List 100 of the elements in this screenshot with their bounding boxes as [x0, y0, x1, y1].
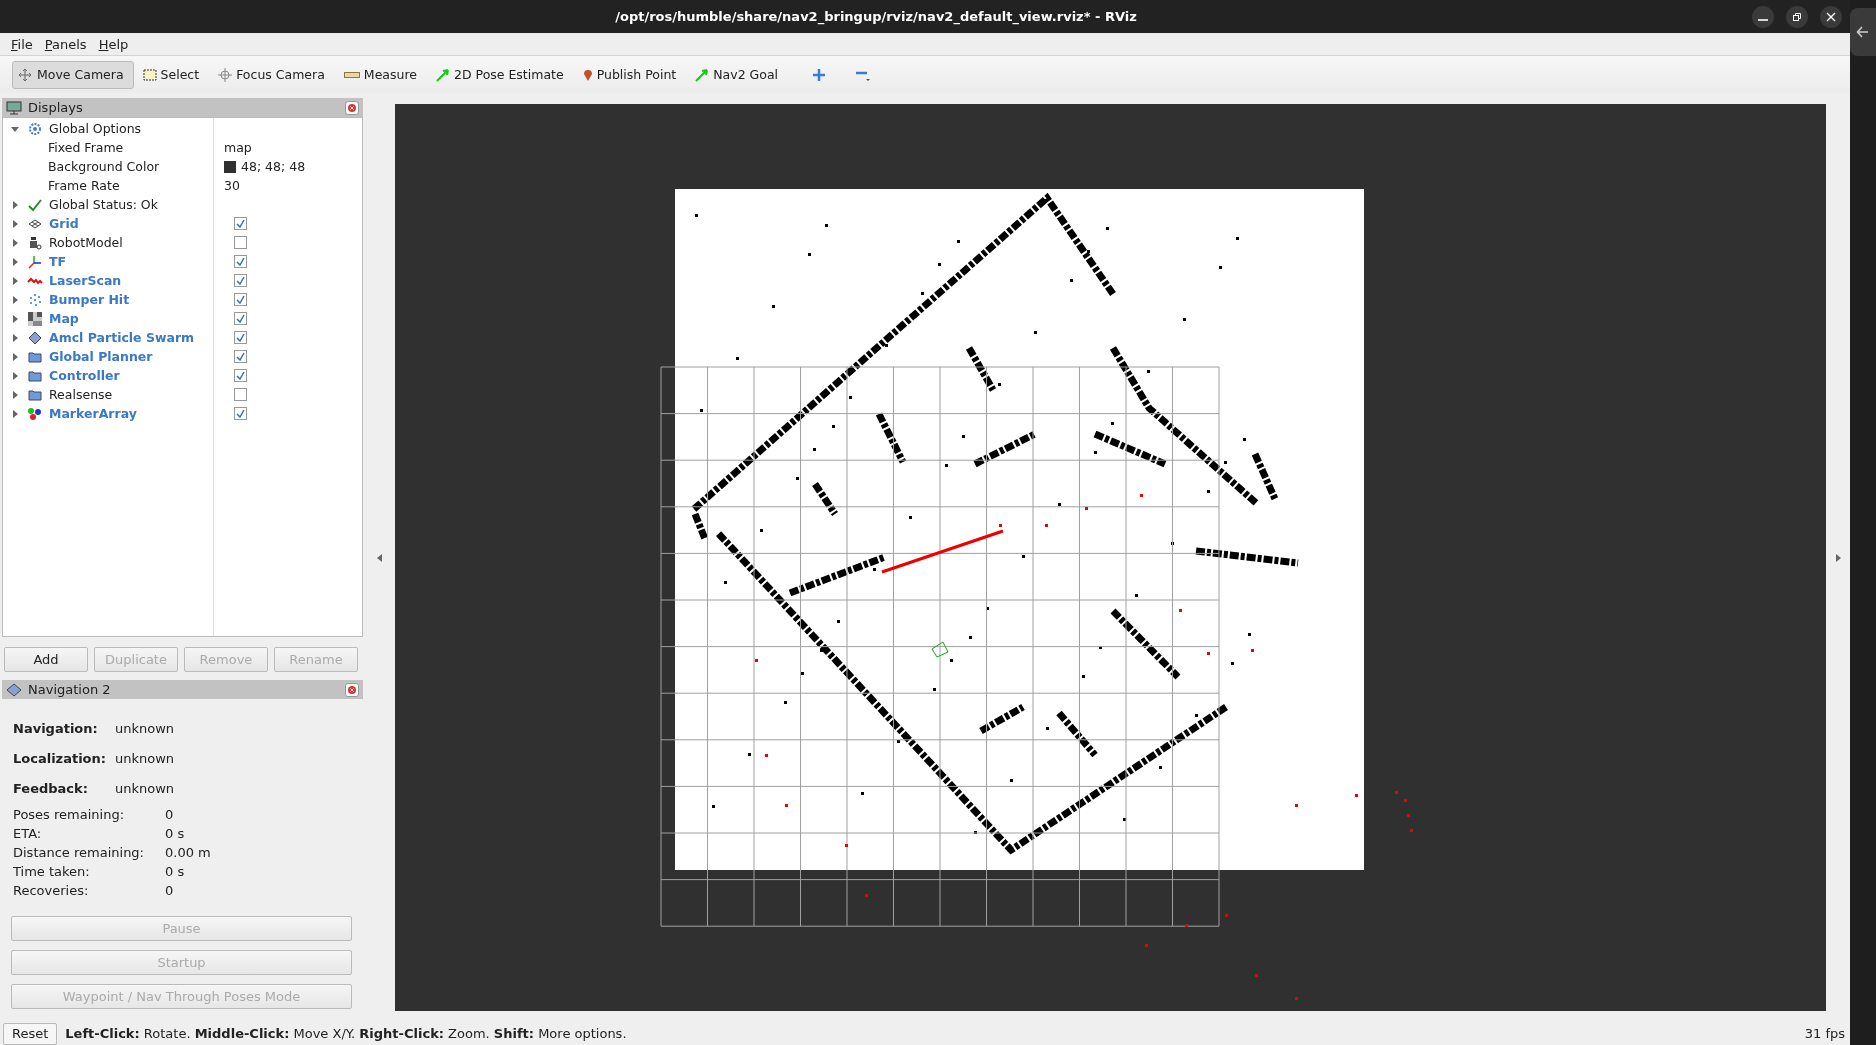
expand-arrow-icon[interactable]	[11, 219, 19, 228]
checkbox[interactable]	[234, 350, 247, 363]
menu-item[interactable]: Panels	[39, 36, 92, 52]
display-name[interactable]: Realsense	[49, 387, 225, 402]
minimize-button[interactable]	[1752, 5, 1774, 28]
checkbox[interactable]	[234, 236, 247, 249]
diamond-icon	[28, 330, 42, 345]
arrow-icon	[436, 67, 450, 82]
expand-arrow-icon[interactable]	[11, 295, 19, 304]
robot-icon	[28, 235, 42, 250]
display-name[interactable]: Grid	[49, 216, 225, 231]
menu-item[interactable]: File	[6, 36, 38, 52]
display-name[interactable]: Controller	[49, 368, 225, 383]
stat-label: ETA:	[13, 826, 43, 841]
tool-button[interactable]: 2D Pose Estimate	[431, 60, 574, 89]
stat-value: 0 s	[165, 826, 185, 841]
tool-button[interactable]: Publish Point	[577, 60, 687, 89]
display-name[interactable]: TF	[49, 254, 225, 269]
folder-icon	[28, 369, 42, 382]
status-label: Navigation:	[13, 720, 99, 736]
menu-item[interactable]: Help	[93, 36, 134, 52]
crosshair-icon	[218, 67, 233, 82]
expand-arrow-icon[interactable]	[11, 390, 19, 399]
checkbox[interactable]	[234, 217, 247, 230]
status-label: Feedback:	[13, 780, 89, 796]
property-name: Frame Rate	[47, 178, 121, 193]
ruler-icon	[343, 70, 360, 79]
panel-title: Displays	[28, 100, 84, 115]
close-panel-button[interactable]	[345, 100, 359, 115]
stat-label: Poses remaining:	[13, 807, 126, 822]
display-name[interactable]: Map	[49, 311, 225, 326]
expand-handle-icon[interactable]	[1835, 553, 1841, 562]
checkbox[interactable]	[234, 255, 247, 268]
reset-button[interactable]: Reset	[3, 1022, 58, 1045]
display-name[interactable]: MarkerArray	[49, 406, 225, 421]
restore-button[interactable]	[1786, 5, 1808, 28]
expand-arrow-icon[interactable]	[11, 276, 19, 285]
checkbox[interactable]	[234, 369, 247, 382]
close-button[interactable]	[1820, 5, 1842, 28]
checkbox[interactable]	[234, 407, 247, 420]
status-value: unknown	[115, 780, 175, 796]
close-panel-button[interactable]	[345, 682, 359, 697]
side-panel-button[interactable]	[1850, 8, 1876, 56]
checkbox[interactable]	[234, 274, 247, 287]
3d-view[interactable]	[395, 104, 1826, 1011]
map-pin-icon	[582, 67, 593, 82]
diamond-icon	[6, 682, 22, 697]
map-grid-icon	[28, 311, 42, 326]
display-name[interactable]: Global Planner	[49, 349, 225, 364]
property-value[interactable]: map	[224, 140, 252, 155]
axes-icon	[28, 254, 42, 269]
colored-cubes-icon	[27, 406, 43, 421]
expand-arrow-icon[interactable]	[11, 200, 19, 209]
expand-arrow-icon[interactable]	[11, 333, 19, 342]
minimize-icon	[1758, 18, 1768, 21]
display-name[interactable]: Bumper Hit	[49, 292, 225, 307]
check-mark-icon	[28, 197, 42, 212]
color-swatch[interactable]	[224, 160, 236, 173]
display-name[interactable]: Global Options	[49, 121, 225, 136]
expand-arrow-icon[interactable]	[11, 409, 19, 418]
plus-icon	[813, 68, 826, 81]
collapse-arrow-icon[interactable]	[11, 124, 19, 133]
move-arrows-icon	[17, 67, 33, 82]
tool-button[interactable]: Focus Camera	[213, 60, 335, 89]
status-label: Localization:	[13, 750, 107, 766]
grid-icon	[28, 218, 42, 229]
display-name[interactable]: Global Status: Ok	[49, 197, 225, 212]
gear-icon	[28, 121, 42, 136]
close-icon	[348, 685, 356, 694]
checkbox[interactable]	[234, 331, 247, 344]
folder-icon	[28, 350, 42, 363]
stat-label: Time taken:	[13, 864, 91, 879]
property-value[interactable]: 30	[224, 178, 240, 193]
tool-button[interactable]: Select	[137, 60, 210, 89]
expand-arrow-icon[interactable]	[11, 257, 19, 266]
stat-value: 0 s	[165, 864, 185, 879]
collapse-handle-icon[interactable]	[376, 553, 382, 562]
stat-value: 0	[165, 807, 174, 822]
expand-arrow-icon[interactable]	[11, 371, 19, 380]
display-name[interactable]: RobotModel	[49, 235, 225, 250]
checkbox[interactable]	[234, 388, 247, 401]
tool-button[interactable]: Measure	[338, 60, 427, 89]
expand-arrow-icon[interactable]	[11, 238, 19, 247]
mouse-hint: Left-Click: Rotate. Middle-Click: Move X/Y. Right-Click: Zoom. Shift: More options.	[65, 1026, 627, 1041]
fps-label: 31 fps	[1804, 1026, 1846, 1041]
panel-button[interactable]: Add	[4, 647, 88, 672]
property-value[interactable]: 48; 48; 48	[241, 159, 306, 174]
monitor-icon	[6, 100, 22, 115]
checkbox[interactable]	[234, 293, 247, 306]
property-name: Background Color	[47, 159, 161, 174]
expand-arrow-icon[interactable]	[11, 352, 19, 361]
arrow-icon	[695, 67, 710, 82]
close-icon	[1826, 11, 1836, 22]
display-name[interactable]: LaserScan	[49, 273, 225, 288]
checkbox[interactable]	[234, 312, 247, 325]
stat-value: 0	[165, 883, 174, 898]
display-name[interactable]: Amcl Particle Swarm	[49, 330, 225, 345]
tool-button[interactable]: Nav2 Goal	[690, 60, 789, 89]
tool-button[interactable]: Move Camera	[12, 60, 134, 89]
expand-arrow-icon[interactable]	[11, 314, 19, 323]
